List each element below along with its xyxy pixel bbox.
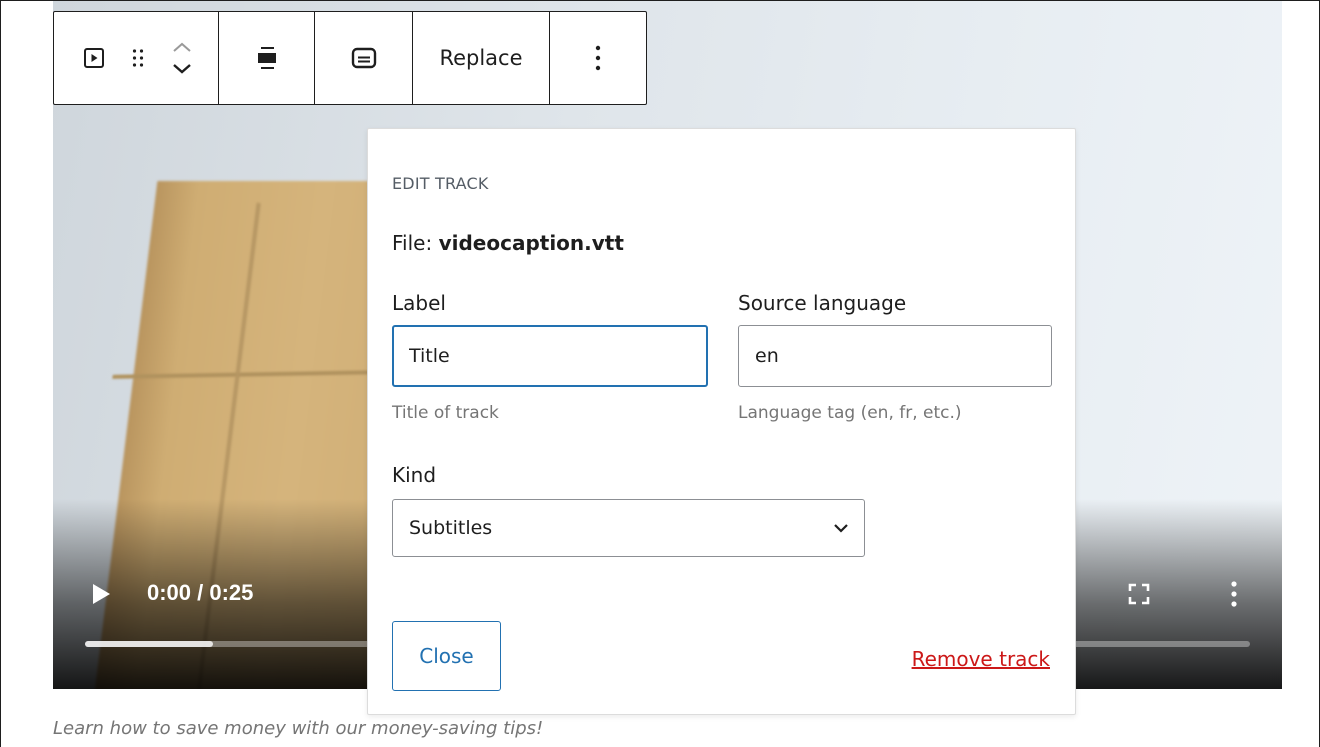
- captions-icon[interactable]: [334, 12, 394, 104]
- toolbar-group-align: [219, 12, 315, 104]
- label-field-label: Label: [392, 291, 446, 315]
- more-vertical-icon[interactable]: [568, 12, 628, 104]
- file-prefix: File:: [392, 231, 433, 255]
- kind-label: Kind: [392, 463, 437, 487]
- toolbar-group-options: [550, 12, 646, 104]
- toolbar-group-block: [54, 12, 219, 104]
- label-input[interactable]: [392, 325, 708, 387]
- close-button[interactable]: Close: [392, 621, 501, 691]
- edit-track-popover: EDIT TRACK File: videocaption.vtt Label …: [367, 128, 1076, 715]
- video-time-display: 0:00 / 0:25: [147, 580, 254, 605]
- file-name: videocaption.vtt: [438, 231, 624, 255]
- replace-button-label: Replace: [439, 46, 523, 70]
- more-vertical-icon[interactable]: [1223, 579, 1245, 609]
- kind-select-value: Subtitles: [409, 517, 493, 539]
- chevron-down-icon[interactable]: [171, 62, 193, 76]
- source-language-label: Source language: [738, 291, 907, 315]
- block-toolbar: Replace: [53, 11, 647, 105]
- label-help-text: Title of track: [392, 403, 499, 423]
- video-progress-fill: [85, 641, 214, 647]
- replace-button[interactable]: Replace: [439, 12, 522, 104]
- toolbar-group-captions: [315, 12, 413, 104]
- play-icon[interactable]: [93, 584, 110, 604]
- remove-track-link[interactable]: Remove track: [912, 647, 1050, 671]
- file-name-line: File: videocaption.vtt: [392, 231, 624, 255]
- move-buttons: [160, 12, 204, 104]
- chevron-down-icon: [834, 524, 848, 533]
- editor-canvas: 0:00 / 0:25 Replace EDIT TRACK File: vid…: [0, 0, 1320, 747]
- fullscreen-icon[interactable]: [1128, 583, 1150, 605]
- popover-heading: EDIT TRACK: [392, 174, 489, 193]
- video-caption[interactable]: Learn how to save money with our money-s…: [53, 718, 543, 739]
- chevron-up-icon[interactable]: [171, 40, 193, 62]
- toolbar-group-replace: Replace: [413, 12, 550, 104]
- video-block-icon[interactable]: [72, 12, 116, 104]
- source-language-input[interactable]: [738, 325, 1052, 387]
- source-language-help-text: Language tag (en, fr, etc.): [738, 403, 962, 423]
- drag-handle-icon[interactable]: [116, 12, 160, 104]
- kind-select[interactable]: Subtitles: [392, 499, 865, 557]
- align-icon[interactable]: [237, 12, 297, 104]
